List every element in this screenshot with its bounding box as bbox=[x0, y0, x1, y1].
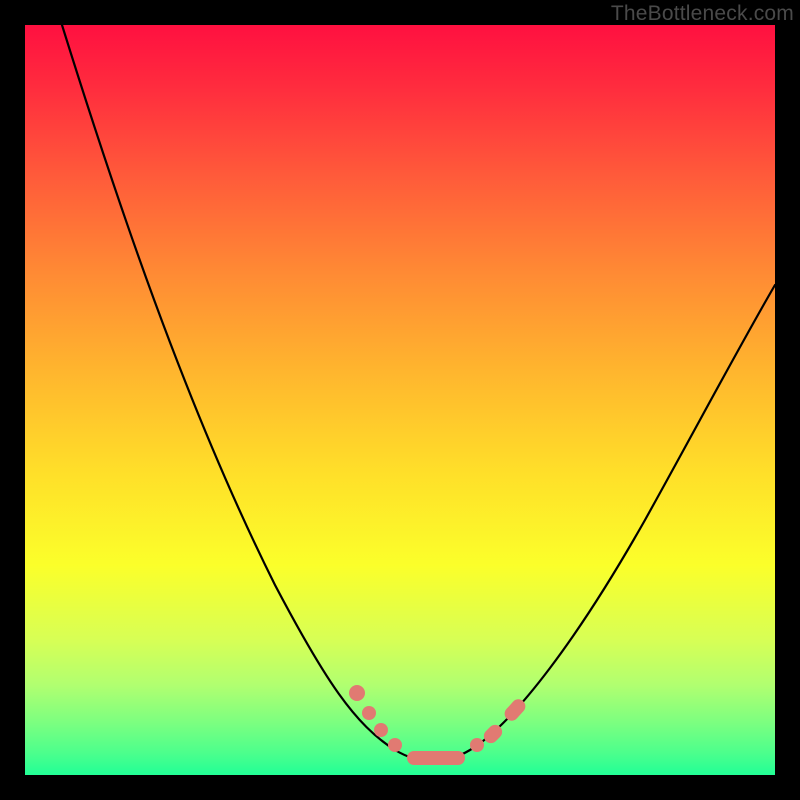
curve-layer bbox=[25, 25, 775, 775]
marker-dot bbox=[362, 706, 376, 720]
plot-area bbox=[25, 25, 775, 775]
chart-frame: TheBottleneck.com bbox=[0, 0, 800, 800]
bottleneck-curve bbox=[62, 25, 775, 761]
marker-dot bbox=[374, 723, 388, 737]
marker-dot bbox=[349, 685, 365, 701]
marker-dot bbox=[470, 738, 484, 752]
marker-dot bbox=[388, 738, 402, 752]
valley-band bbox=[407, 751, 465, 765]
watermark-text: TheBottleneck.com bbox=[611, 2, 794, 26]
